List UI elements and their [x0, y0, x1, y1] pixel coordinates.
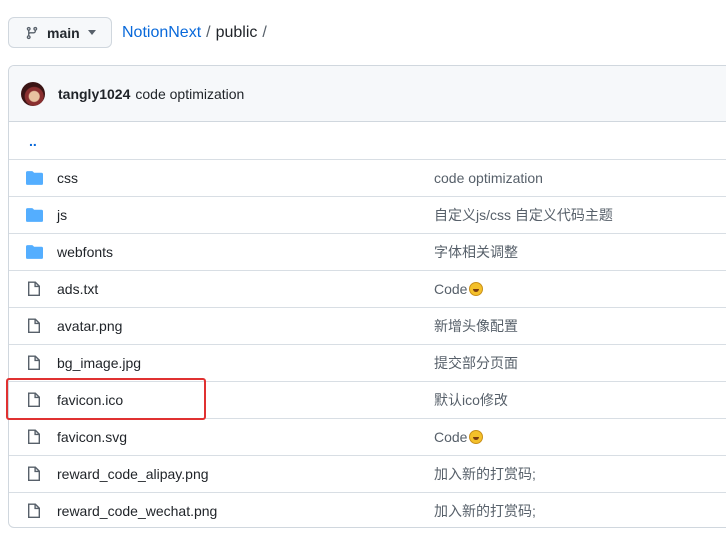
breadcrumb-separator: /	[206, 24, 211, 41]
commit-message-text: Code	[434, 429, 468, 445]
breadcrumb-repo-link[interactable]: NotionNext	[122, 24, 201, 42]
laughing-emoji-icon	[469, 430, 484, 444]
file-icon	[25, 503, 43, 519]
breadcrumb: NotionNext / public /	[122, 24, 272, 42]
file-name-link[interactable]: js	[57, 207, 67, 223]
commit-message-link[interactable]: code optimization	[434, 170, 543, 186]
commit-message-link[interactable]: 加入新的打赏码;	[434, 464, 536, 484]
file-icon	[25, 466, 43, 482]
parent-directory-link[interactable]: ..	[9, 122, 726, 159]
file-name-link[interactable]: ads.txt	[57, 281, 98, 297]
file-name-link[interactable]: bg_image.jpg	[57, 355, 141, 371]
file-row[interactable]: webfonts 字体相关调整	[9, 233, 726, 270]
commit-message-text: 字体相关调整	[434, 244, 518, 260]
file-name-link[interactable]: favicon.svg	[57, 429, 127, 445]
commit-message-link[interactable]: 默认ico修改	[434, 390, 508, 410]
latest-commit-bar: tangly1024 code optimization	[9, 66, 726, 122]
commit-author-link[interactable]: tangly1024	[58, 86, 130, 102]
file-icon	[25, 392, 43, 408]
commit-message-text: code optimization	[434, 170, 543, 186]
commit-message-text: 自定义js/css 自定义代码主题	[434, 207, 613, 223]
git-branch-icon	[25, 26, 39, 40]
file-row[interactable]: bg_image.jpg 提交部分页面	[9, 344, 726, 381]
file-icon	[25, 281, 43, 297]
commit-message-link[interactable]: 提交部分页面	[434, 353, 518, 373]
file-row[interactable]: ads.txt Code	[9, 270, 726, 307]
commit-message-link[interactable]: 自定义js/css 自定义代码主题	[434, 205, 613, 225]
file-name-link[interactable]: css	[57, 170, 78, 186]
commit-message-link[interactable]: 字体相关调整	[434, 242, 518, 262]
file-row[interactable]: reward_code_alipay.png 加入新的打赏码;	[9, 455, 726, 492]
commit-message-text: 新增头像配置	[434, 318, 518, 334]
commit-message-text: 默认ico修改	[434, 392, 508, 408]
commit-message-link[interactable]: 新增头像配置	[434, 316, 518, 336]
file-row[interactable]: avatar.png 新增头像配置	[9, 307, 726, 344]
branch-select-button[interactable]: main	[8, 17, 112, 48]
laughing-emoji-icon	[469, 282, 484, 296]
file-name-link[interactable]: avatar.png	[57, 318, 122, 334]
commit-message-link[interactable]: code optimization	[135, 86, 244, 102]
folder-icon	[25, 170, 43, 186]
folder-icon	[25, 244, 43, 260]
commit-message-text: 加入新的打赏码;	[434, 503, 536, 519]
file-list: tangly1024 code optimization .. css code …	[8, 65, 726, 528]
commit-message-text: Code	[434, 281, 468, 297]
commit-message-link[interactable]: 加入新的打赏码;	[434, 501, 536, 521]
file-row[interactable]: reward_code_wechat.png 加入新的打赏码;	[9, 492, 726, 527]
file-icon	[25, 355, 43, 371]
file-row[interactable]: favicon.svg Code	[9, 418, 726, 455]
breadcrumb-current-dir: public	[215, 24, 258, 41]
commit-message-link[interactable]: Code	[434, 281, 484, 297]
folder-icon	[25, 207, 43, 223]
file-icon	[25, 318, 43, 334]
commit-message-text: 提交部分页面	[434, 355, 518, 371]
file-row[interactable]: js 自定义js/css 自定义代码主题	[9, 196, 726, 233]
commit-message-text: 加入新的打赏码;	[434, 466, 536, 482]
file-name-link[interactable]: reward_code_alipay.png	[57, 466, 209, 482]
file-row[interactable]: css code optimization	[9, 159, 726, 196]
commit-message-link[interactable]: Code	[434, 429, 484, 445]
avatar[interactable]	[21, 81, 45, 106]
file-name-link[interactable]: webfonts	[57, 244, 113, 260]
file-name-link[interactable]: favicon.ico	[57, 392, 123, 408]
file-row[interactable]: favicon.ico 默认ico修改	[9, 381, 726, 418]
file-icon	[25, 429, 43, 445]
file-name-link[interactable]: reward_code_wechat.png	[57, 503, 217, 519]
breadcrumb-trailing-separator: /	[262, 24, 267, 41]
branch-label: main	[47, 24, 80, 41]
chevron-down-icon	[87, 30, 96, 35]
